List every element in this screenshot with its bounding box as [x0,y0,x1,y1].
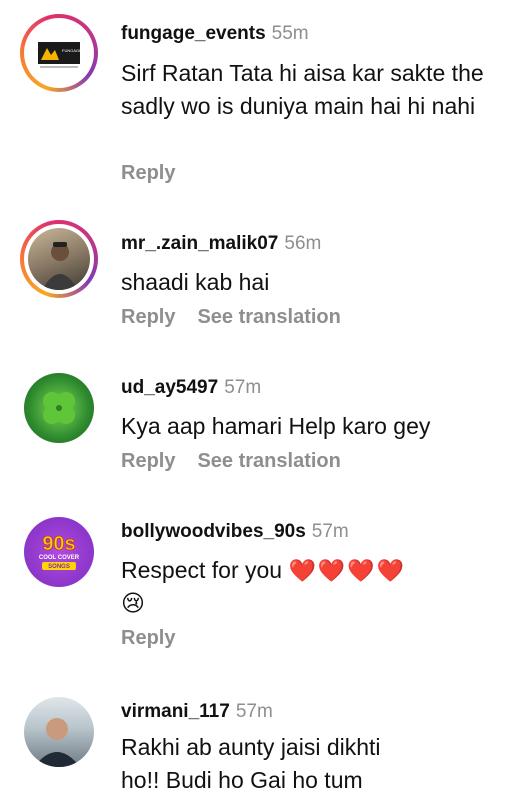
avatar[interactable] [24,697,94,767]
timestamp: 57m [235,701,273,722]
comment-item: virmani_117 57m Rakhi ab aunty jaisi dikh… [0,0,505,800]
comment-meta: virmani_117 57m [121,700,273,724]
username[interactable]: virmani_117 [121,701,230,722]
comment-text: Rakhi ab aunty jaisi dikhti ho!! Budi ho… [121,734,381,793]
person-photo-icon [34,718,80,767]
